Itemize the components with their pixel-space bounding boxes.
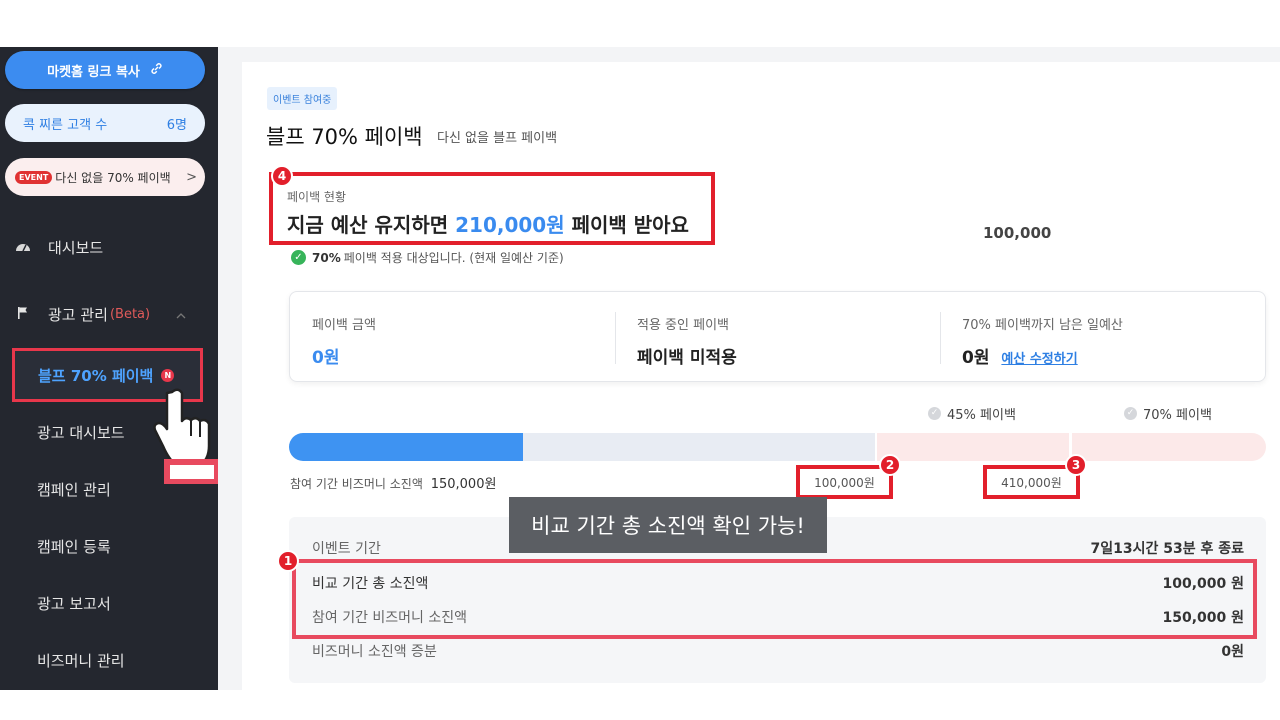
payback-amount-label: 페이백 금액 [312, 318, 376, 333]
note-text: 페이백 적용 대상입니다. (현재 일예산 기준) [343, 251, 564, 265]
sidebar-item-ad-dashboard[interactable]: 광고 대시보드 [37, 422, 125, 443]
note-percent: 70% [312, 250, 341, 265]
sidebar-item-campaign-register[interactable]: 캠페인 등록 [37, 536, 111, 557]
payback-status-label: 페이백 현황 [287, 190, 347, 204]
sidebar-item-campaign-manage[interactable]: 캠페인 관리 [37, 479, 111, 500]
progress-bar-fill [289, 433, 523, 461]
bizmoney-increase-value: 0원 [1221, 644, 1244, 660]
poked-customers-count[interactable]: 콕 찌른 고객 수 6명 [5, 104, 205, 142]
event-period-label: 이벤트 기간 [312, 541, 381, 557]
sidebar-item-dashboard[interactable]: 대시보드 [0, 237, 218, 258]
copy-market-link-button[interactable]: 마켓홈 링크 복사 [5, 51, 205, 89]
milestone-label: 45% 페이백 [947, 408, 1016, 423]
headline-amount: 210,000원 [455, 213, 565, 237]
edit-budget-link[interactable]: 예산 수정하기 [1001, 352, 1077, 367]
headline-suffix: 페이백 받아요 [571, 213, 689, 237]
beta-label: (Beta) [109, 307, 151, 322]
milestone-45: ✓ 45% 페이백 [928, 404, 1016, 423]
divider [615, 312, 616, 364]
payback-status-box: 페이백 현황 지금 예산 유지하면 210,000원 페이백 받아요 [269, 172, 715, 245]
sidebar: 마켓홈 링크 복사 콕 찌른 고객 수 6명 EVENT 다신 없을 70% 페… [0, 47, 218, 690]
divider [940, 312, 941, 364]
annotation-badge-2: 2 [879, 454, 901, 476]
payback-amount-col: 페이백 금액 0원 [312, 314, 376, 368]
remaining-budget-value: 0원 [962, 348, 990, 368]
sidebar-item-label: 블프 70% 페이백 [38, 366, 154, 385]
check-circle-icon: ✓ [1124, 407, 1137, 420]
milestone-70: ✓ 70% 페이백 [1124, 404, 1212, 423]
flag-icon [14, 306, 32, 324]
bizmoney-increase-row: 비즈머니 소진액 증분 0원 [312, 641, 1244, 661]
payback-amount-value: 0원 [312, 348, 340, 368]
customer-count-value: 6명 [166, 117, 187, 133]
payback-status-headline: 지금 예산 유지하면 210,000원 페이백 받아요 [287, 209, 711, 238]
event-participating-tag: 이벤트 참여중 [267, 87, 338, 110]
new-badge: N [161, 368, 175, 382]
check-circle-icon: ✓ [291, 250, 306, 265]
remaining-budget-row: 0원 예산 수정하기 [962, 343, 1123, 368]
progress-bar-45-segment [877, 433, 1069, 461]
customer-count-label: 콕 찌른 고객 수 [23, 117, 108, 133]
event-label: 다신 없을 70% 페이백 [55, 170, 171, 185]
annotation-badge-1: 1 [277, 550, 299, 572]
page-title: 블프 70% 페이백 [266, 125, 423, 149]
page-subtitle: 다신 없을 블프 페이백 [437, 131, 558, 146]
sidebar-item-label: 대시보드 [48, 239, 104, 257]
event-banner-button[interactable]: EVENT 다신 없을 70% 페이백 > [5, 158, 205, 196]
caption-label: 참여 기간 비즈머니 소진액 [290, 477, 423, 491]
remaining-budget-label: 70% 페이백까지 남은 일예산 [962, 318, 1123, 333]
annotation-badge-4: 4 [271, 165, 293, 187]
headline-prefix: 지금 예산 유지하면 [287, 213, 449, 237]
event-badge: EVENT [15, 170, 53, 184]
threshold-marker-100000: 100,000원 [796, 465, 893, 499]
sidebar-item-bizmoney[interactable]: 비즈머니 관리 [37, 650, 125, 671]
dashboard-icon [14, 240, 32, 256]
bizmoney-increase-label: 비즈머니 소진액 증분 [312, 644, 437, 660]
highlight-box [292, 559, 1257, 639]
sidebar-item-label: 광고 관리 [48, 306, 108, 324]
chevron-up-icon [176, 308, 186, 322]
annotation-tooltip: 비교 기간 총 소진액 확인 가능! [509, 497, 827, 553]
annotation-badge-3: 3 [1065, 454, 1087, 476]
applied-payback-value: 페이백 미적용 [637, 348, 737, 368]
copy-link-label: 마켓홈 링크 복사 [47, 64, 140, 80]
chevron-right-icon: > [186, 169, 197, 185]
applied-payback-label: 적용 중인 페이백 [637, 318, 729, 333]
pointer-hand-icon [150, 384, 220, 485]
progress-caption: 참여 기간 비즈머니 소진액 150,000원 [290, 473, 496, 492]
progress-bar-70-segment [1072, 433, 1266, 461]
progress-bar-track [523, 433, 875, 461]
sidebar-item-ad-report[interactable]: 광고 보고서 [37, 593, 111, 614]
milestone-label: 70% 페이백 [1143, 408, 1212, 423]
remaining-budget-col: 70% 페이백까지 남은 일예산 0원 예산 수정하기 [962, 314, 1123, 368]
caption-value: 150,000원 [430, 477, 497, 492]
event-period-value: 7일13시간 53분 후 종료 [1090, 541, 1245, 557]
sidebar-item-ads[interactable]: 광고 관리 (Beta) [0, 304, 218, 325]
link-icon [150, 62, 163, 79]
daily-budget-value: 100,000 [983, 224, 1052, 242]
payback-info-box: 페이백 금액 0원 적용 중인 페이백 페이백 미적용 70% 페이백까지 남은… [289, 291, 1266, 382]
applied-payback-col: 적용 중인 페이백 페이백 미적용 [637, 314, 737, 368]
check-circle-icon: ✓ [928, 407, 941, 420]
payback-eligibility-note: ✓ 70% 페이백 적용 대상입니다. (현재 일예산 기준) [291, 249, 564, 266]
